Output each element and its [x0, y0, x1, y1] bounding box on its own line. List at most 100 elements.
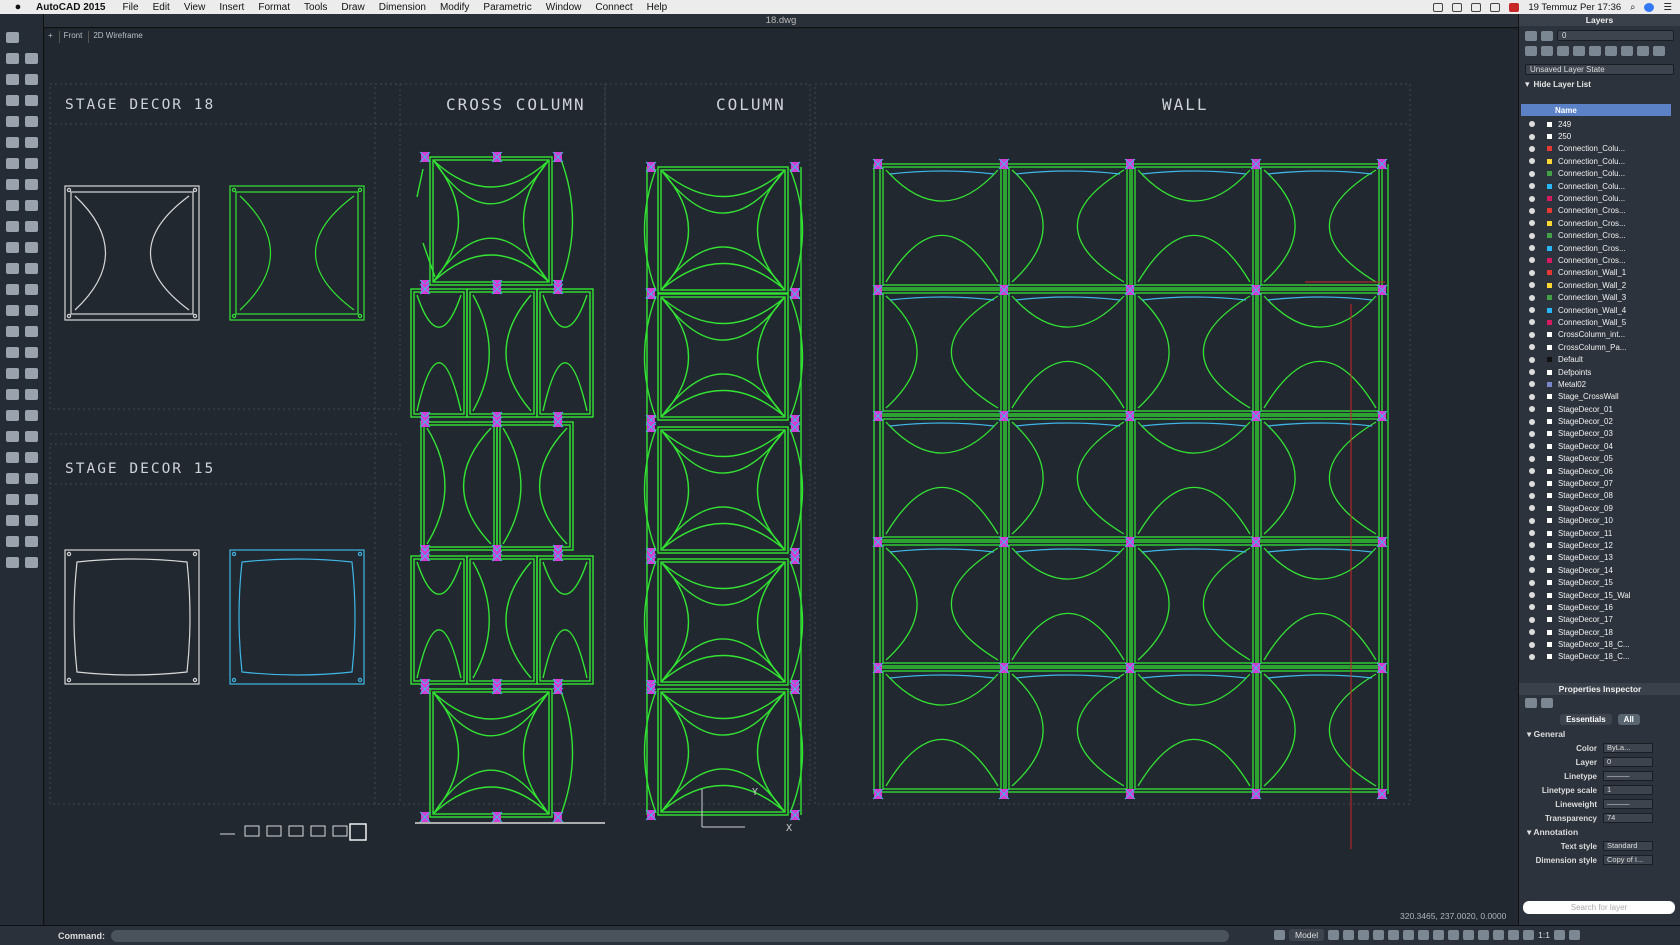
lock-layer-icon[interactable] — [1637, 45, 1649, 56]
layer-visibility-icon[interactable] — [1529, 232, 1535, 239]
layer-color-swatch[interactable] — [1547, 518, 1552, 524]
layer-row[interactable]: StageDecor_18_C... — [1519, 638, 1680, 650]
menu-tools[interactable]: Tools — [297, 2, 334, 13]
menu-format[interactable]: Format — [251, 2, 297, 13]
draw-tool-icon[interactable] — [25, 263, 38, 274]
layer-row[interactable]: StageDecor_15_Wall — [1519, 589, 1680, 601]
layer-color-swatch[interactable] — [1547, 319, 1552, 325]
layer-color-swatch[interactable] — [1547, 183, 1552, 189]
match-layer-icon[interactable] — [1589, 45, 1601, 56]
layer-visibility-icon[interactable] — [1529, 121, 1535, 128]
menu-file[interactable]: File — [115, 2, 145, 13]
layer-search-input[interactable]: Search for layer — [1523, 901, 1675, 914]
property-value-dropdown[interactable]: 1 — [1603, 785, 1653, 795]
layer-visibility-icon[interactable] — [1529, 468, 1535, 475]
section-annotation[interactable]: ▾ Annotation — [1519, 825, 1680, 839]
hardware-accel-icon[interactable] — [1478, 930, 1490, 940]
draw-tool-icon[interactable] — [6, 263, 19, 274]
draw-tool-icon[interactable] — [25, 179, 38, 190]
zoom-icon[interactable] — [1508, 930, 1520, 940]
delete-layer-icon[interactable] — [1557, 45, 1569, 56]
spotlight-search-icon[interactable]: ⌕ — [1630, 2, 1635, 13]
layer-visibility-icon[interactable] — [1529, 542, 1535, 549]
layer-row[interactable]: CrossColumn_Pa... — [1519, 341, 1680, 353]
cad-drawing[interactable] — [45, 29, 1518, 925]
layer-visibility-icon[interactable] — [1529, 443, 1535, 450]
layer-color-swatch[interactable] — [1547, 121, 1552, 127]
select-objects-icon[interactable] — [1525, 698, 1537, 708]
draw-tool-icon[interactable] — [6, 158, 19, 169]
layer-row[interactable]: Connection_Colu... — [1519, 192, 1680, 204]
layer-visibility-icon[interactable] — [1529, 220, 1535, 227]
draw-tool-icon[interactable] — [25, 389, 38, 400]
layer-color-swatch[interactable] — [1547, 270, 1552, 276]
layer-row[interactable]: Connection_Wall_4 — [1519, 304, 1680, 316]
layer-row[interactable]: Connection_Cros... — [1519, 217, 1680, 229]
layer-color-swatch[interactable] — [1547, 158, 1552, 164]
layer-row[interactable]: Connection_Cros... — [1519, 242, 1680, 254]
layer-row[interactable]: Connection_Wall_1 — [1519, 267, 1680, 279]
collapse-arrow-icon[interactable]: ▾ — [1525, 79, 1530, 90]
draw-tool-icon[interactable] — [25, 53, 38, 64]
draw-tool-icon[interactable] — [25, 74, 38, 85]
layer-color-swatch[interactable] — [1547, 443, 1552, 449]
layer-visibility-icon[interactable] — [1529, 245, 1535, 252]
layer-row[interactable]: StageDecor_15 — [1519, 576, 1680, 588]
layer-row[interactable]: StageDecor_13 — [1519, 552, 1680, 564]
property-value-dropdown[interactable]: 0 — [1603, 757, 1653, 767]
draw-tool-icon[interactable] — [6, 242, 19, 253]
layer-visibility-icon[interactable] — [1529, 331, 1535, 338]
layer-row[interactable]: Defpoints — [1519, 366, 1680, 378]
layer-visibility-icon[interactable] — [1529, 480, 1535, 487]
selection-cycling-icon[interactable] — [1433, 930, 1445, 940]
airplay-icon[interactable] — [1471, 2, 1482, 12]
menu-window[interactable]: Window — [539, 2, 589, 13]
layer-visibility-icon[interactable] — [1529, 133, 1535, 140]
property-value-dropdown[interactable]: ByLa... — [1603, 743, 1653, 753]
layer-row[interactable]: StageDecor_18_C... — [1519, 651, 1680, 663]
model-space-button[interactable]: Model — [1289, 929, 1325, 941]
command-input[interactable] — [111, 929, 1229, 942]
layer-visibility-icon[interactable] — [1529, 406, 1535, 413]
osnap-toggle-icon[interactable] — [1373, 930, 1385, 940]
layer-color-icon[interactable] — [1541, 30, 1553, 41]
layer-visibility-icon[interactable] — [1529, 170, 1535, 177]
layer-visibility-icon[interactable] — [1529, 530, 1535, 537]
layer-color-swatch[interactable] — [1547, 530, 1552, 536]
layer-visibility-icon[interactable] — [1529, 616, 1535, 623]
battery-icon[interactable] — [1490, 2, 1501, 12]
layer-visibility-icon[interactable] — [1529, 294, 1535, 301]
draw-tool-icon[interactable] — [25, 557, 38, 568]
layer-color-swatch[interactable] — [1547, 481, 1552, 487]
new-layer-icon[interactable] — [1525, 45, 1537, 56]
draw-tool-icon[interactable] — [25, 221, 38, 232]
layer-row[interactable]: Connection_Wall_5 — [1519, 316, 1680, 328]
layer-color-swatch[interactable] — [1547, 134, 1552, 140]
layer-visibility-icon[interactable] — [1529, 492, 1535, 499]
property-value-dropdown[interactable]: ——— — [1603, 799, 1653, 809]
draw-tool-icon[interactable] — [25, 242, 38, 253]
layer-visibility-icon[interactable] — [1529, 381, 1535, 388]
draw-tool-icon[interactable] — [6, 53, 19, 64]
draw-tool-icon[interactable] — [25, 515, 38, 526]
menu-connect[interactable]: Connect — [588, 2, 639, 13]
layer-color-swatch[interactable] — [1547, 555, 1552, 561]
layer-color-swatch[interactable] — [1547, 344, 1552, 350]
layer-color-swatch[interactable] — [1547, 493, 1552, 499]
layer-color-swatch[interactable] — [1547, 456, 1552, 462]
layer-row[interactable]: Connection_Cros... — [1519, 230, 1680, 242]
dynamic-ucs-icon[interactable] — [1448, 930, 1460, 940]
layer-visibility-icon[interactable] — [1529, 319, 1535, 326]
draw-tool-icon[interactable] — [6, 200, 19, 211]
layer-color-swatch[interactable] — [1547, 629, 1552, 635]
layer-color-swatch[interactable] — [1547, 171, 1552, 177]
layer-row[interactable]: Connection_Colu... — [1519, 143, 1680, 155]
layer-row[interactable]: StageDecor_03 — [1519, 428, 1680, 440]
draw-tool-icon[interactable] — [6, 74, 19, 85]
layer-row[interactable]: StageDecor_11 — [1519, 527, 1680, 539]
fullscreen-icon[interactable] — [1568, 930, 1580, 940]
property-value-dropdown[interactable]: ——— — [1603, 771, 1653, 781]
layer-row[interactable]: StageDecor_02 — [1519, 415, 1680, 427]
draw-tool-icon[interactable] — [25, 452, 38, 463]
dropbox-icon[interactable] — [1433, 2, 1444, 12]
